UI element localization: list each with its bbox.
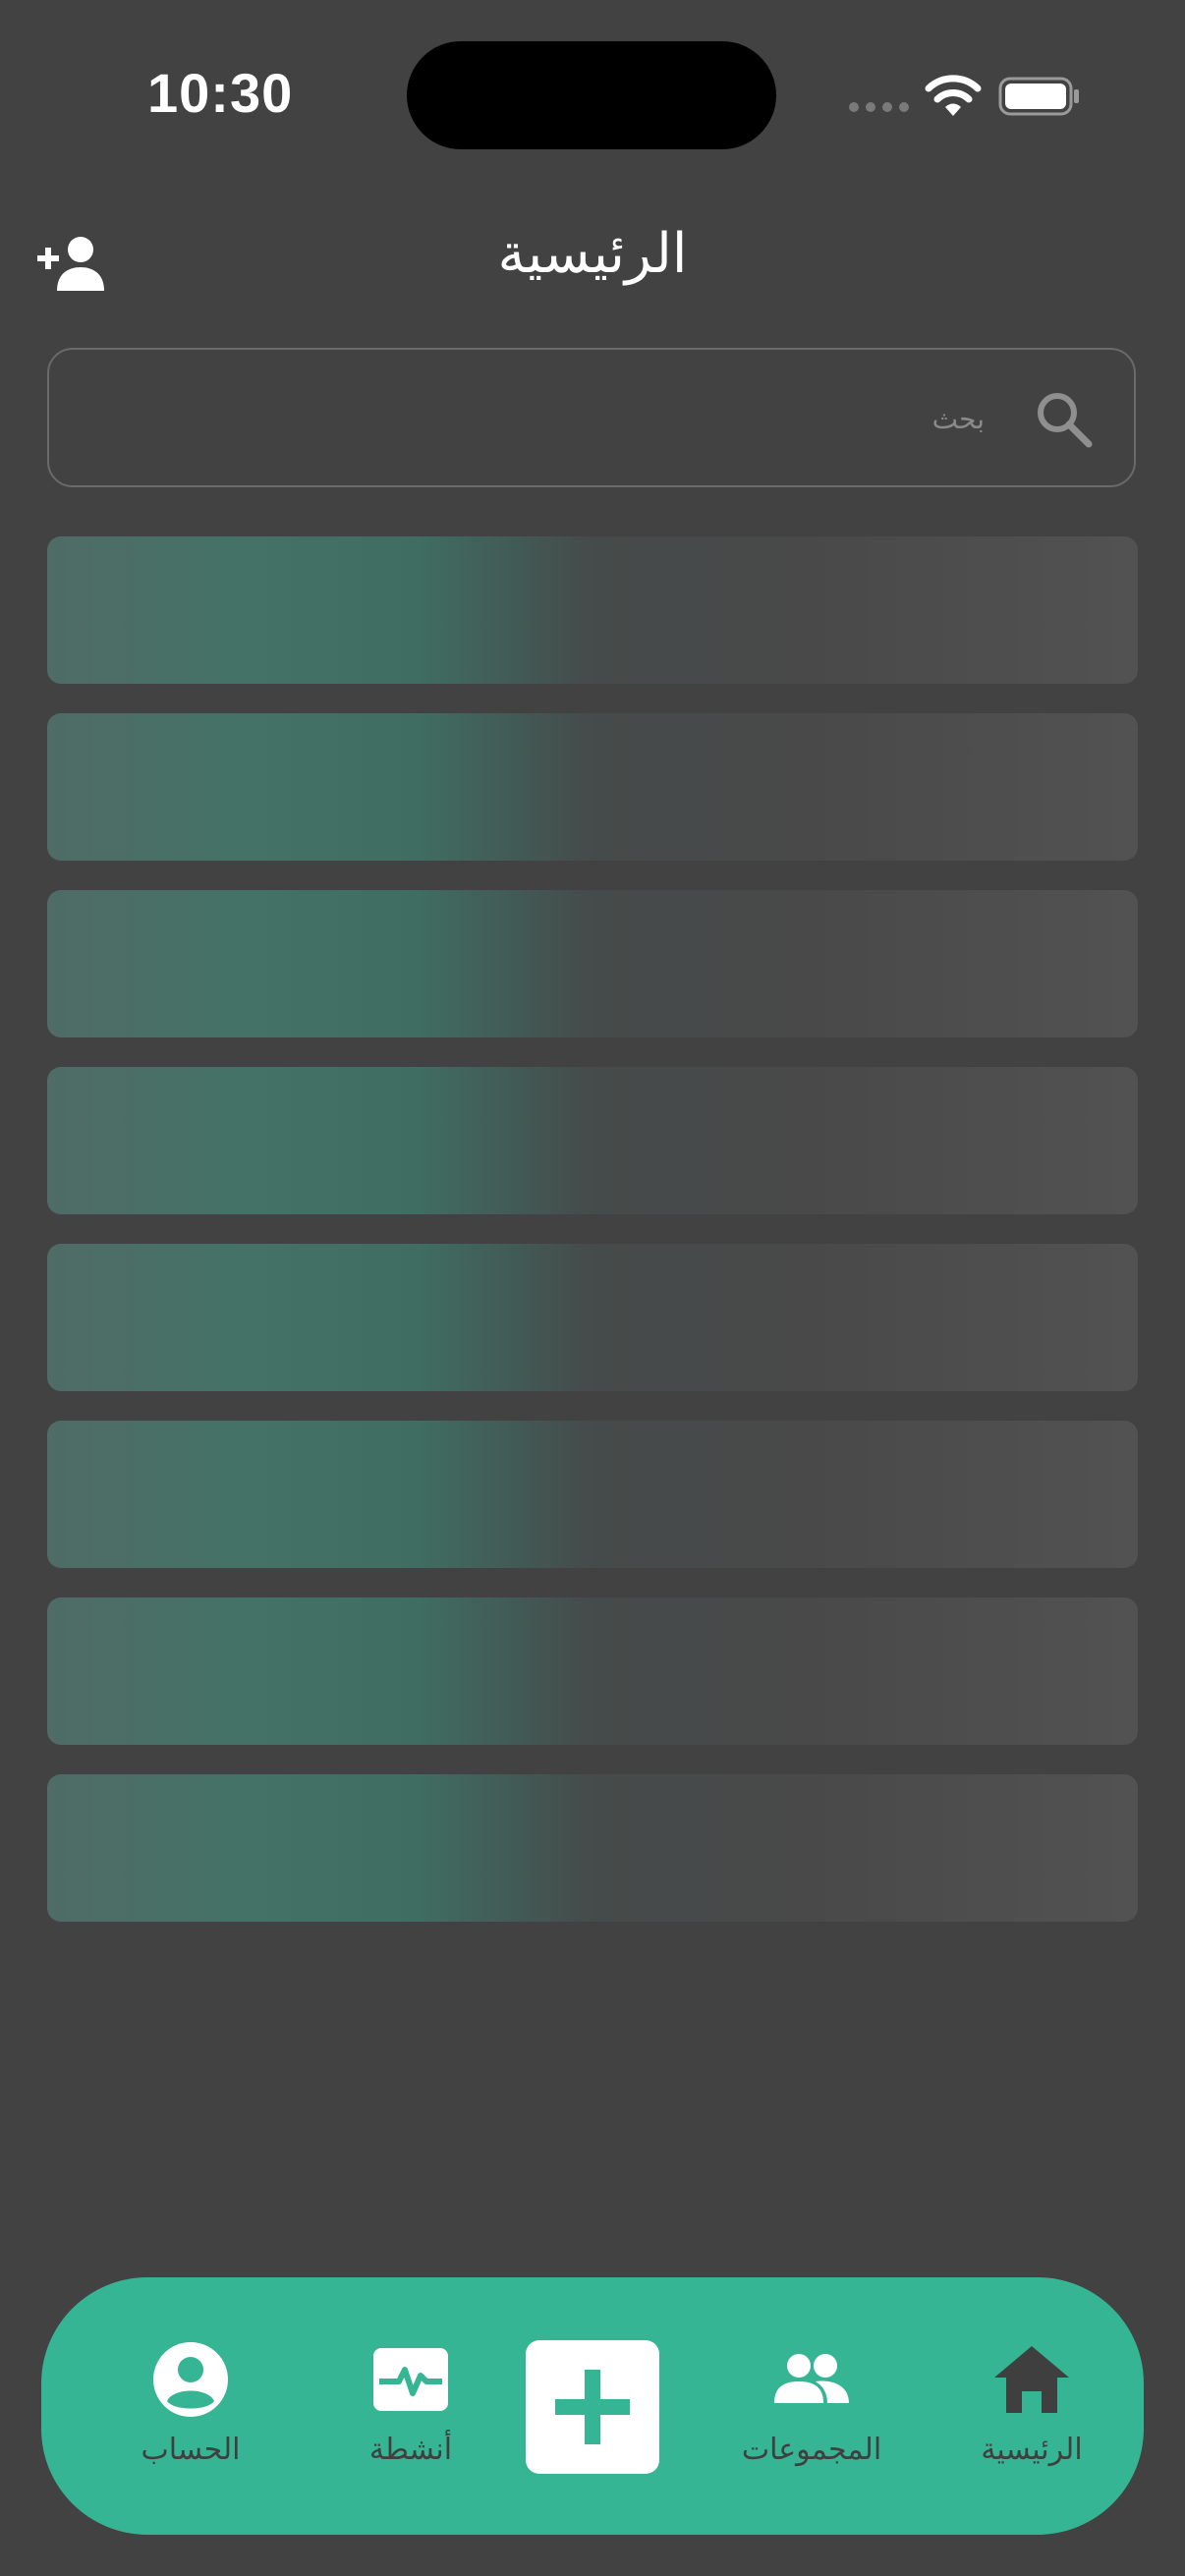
list-item-skeleton [47,1597,1138,1745]
search-input[interactable] [138,350,987,487]
nav-item-home[interactable]: الرئيسية [933,2277,1130,2535]
page-title: الرئيسية [497,222,688,286]
list-item-skeleton [47,1774,1138,1922]
search-bar[interactable] [47,348,1136,487]
nav-label-account: الحساب [141,2433,241,2467]
nav-label-home: الرئيسية [981,2433,1083,2467]
list-item-skeleton [47,890,1138,1037]
content-list [47,536,1138,1951]
account-circle-icon [153,2342,228,2417]
add-icon [555,2370,630,2444]
nav-label-groups: المجموعات [741,2433,882,2467]
list-item-skeleton [47,713,1138,861]
list-item-skeleton [47,536,1138,684]
nav-item-groups[interactable]: المجموعات [713,2277,910,2535]
battery-icon [998,77,1079,116]
dynamic-island [407,41,776,149]
nav-item-account[interactable]: الحساب [92,2277,289,2535]
wifi-icon [925,75,982,116]
nav-label-activities: أنشطة [368,2433,453,2467]
search-icon[interactable] [1032,387,1095,450]
activity-icon [373,2348,448,2411]
groups-icon [774,2354,849,2403]
nav-item-activities[interactable]: أنشطة [312,2277,509,2535]
status-time: 10:30 [147,62,294,124]
list-item-skeleton [47,1421,1138,1568]
bottom-navigation: الحساب أنشطة المجموعات الرئيسية [41,2277,1144,2535]
home-icon [994,2346,1069,2413]
list-item-skeleton [47,1067,1138,1214]
add-button[interactable] [526,2340,659,2474]
cellular-signal-icon [849,102,909,112]
list-item-skeleton [47,1244,1138,1391]
